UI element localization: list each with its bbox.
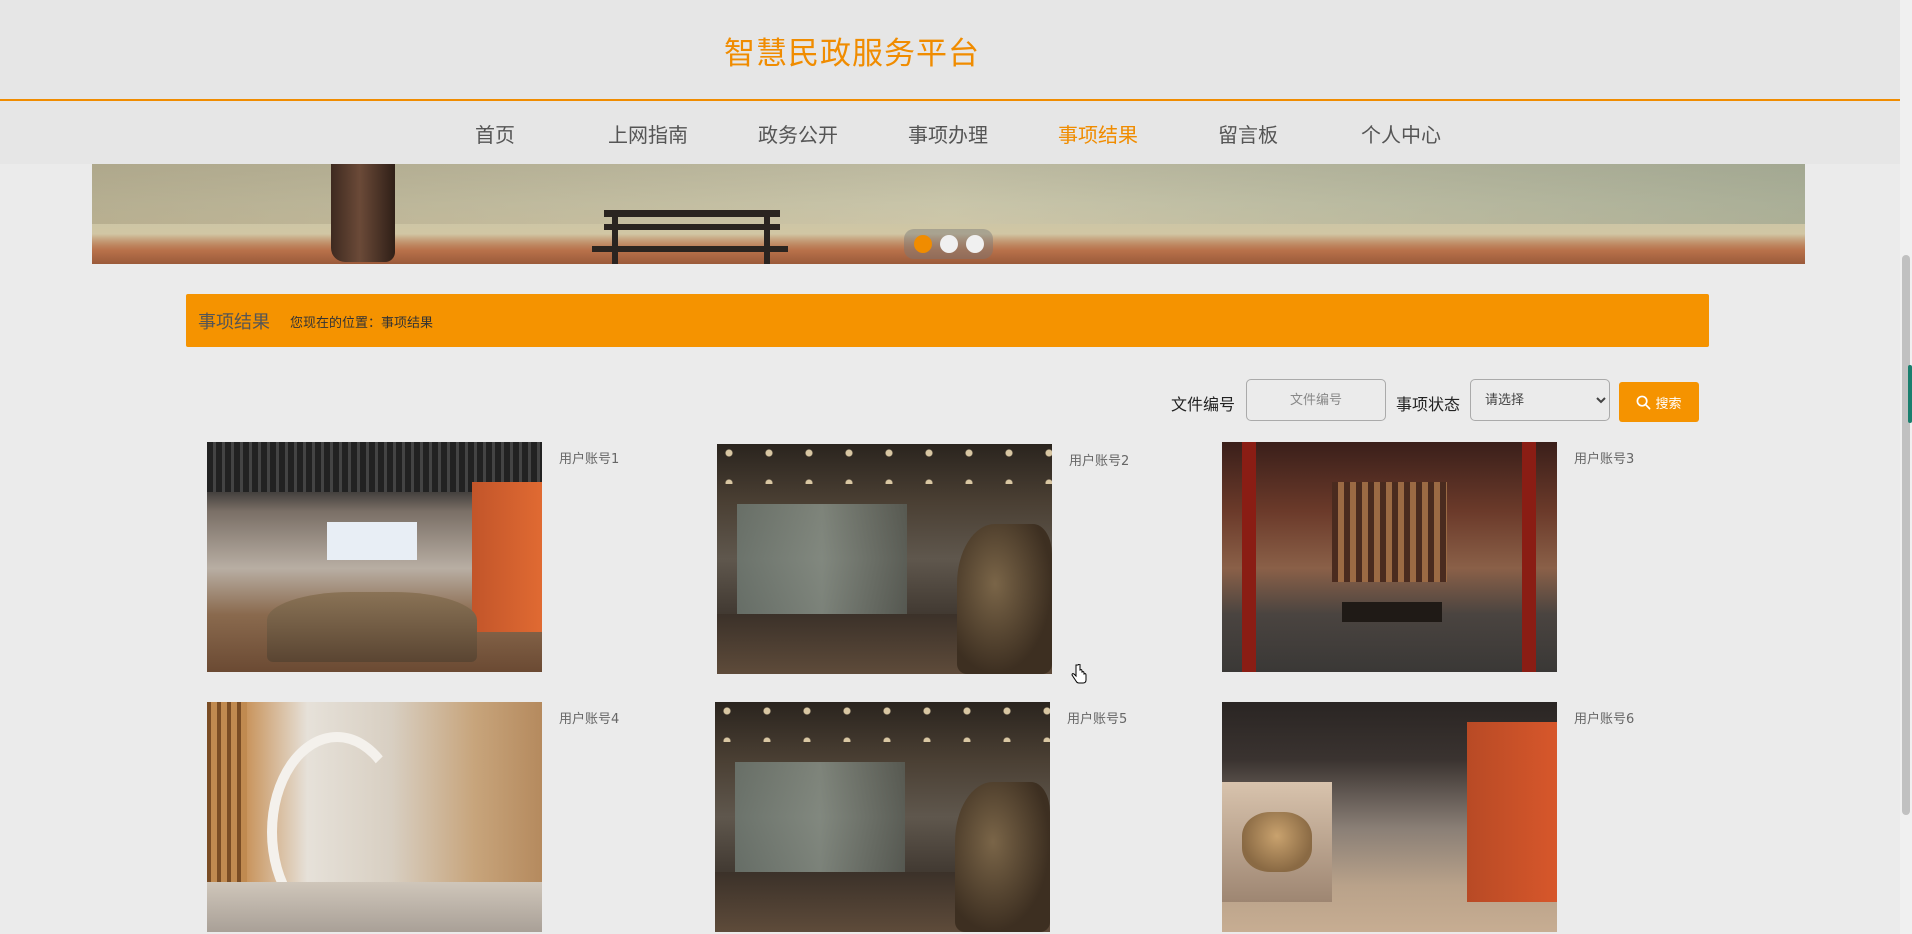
result-image[interactable] <box>207 702 542 932</box>
search-icon <box>1637 395 1651 409</box>
breadcrumb-location: 您现在的位置：事项结果 <box>290 316 434 331</box>
nav-item-handle-matters[interactable]: 事项办理 <box>908 119 988 148</box>
image-wall <box>472 482 542 632</box>
nav-item-guide[interactable]: 上网指南 <box>608 119 688 148</box>
image-pillar <box>1522 442 1536 672</box>
image-pot <box>957 524 1052 674</box>
result-account[interactable]: 用户账号4 <box>559 708 619 727</box>
section-title: 事项结果 <box>198 312 270 333</box>
banner-bench-leg <box>764 210 770 264</box>
search-button[interactable]: 搜索 <box>1619 382 1699 422</box>
hand-cursor-icon <box>1071 664 1087 684</box>
image-pillar <box>1242 442 1256 672</box>
file-number-label: 文件编号 <box>1171 395 1236 414</box>
matter-status-select[interactable]: 请选择 <box>1470 379 1610 421</box>
image-horse <box>1242 812 1312 872</box>
nav-item-home[interactable]: 首页 <box>475 119 515 148</box>
result-image[interactable] <box>1222 702 1557 932</box>
scrollbar-thumb[interactable] <box>1902 255 1910 815</box>
image-lights <box>717 444 1052 484</box>
image-wall <box>1467 722 1557 902</box>
image-table <box>1342 602 1442 622</box>
image-pot <box>955 782 1050 932</box>
banner-tree-trunk <box>331 164 395 262</box>
breadcrumb-bar: 事项结果 您现在的位置：事项结果 <box>186 294 1709 347</box>
result-account[interactable]: 用户账号3 <box>1574 448 1634 467</box>
banner-bench <box>604 210 780 217</box>
nav-item-message-board[interactable]: 留言板 <box>1218 119 1278 148</box>
nav-item-personal-center[interactable]: 个人中心 <box>1361 119 1441 148</box>
scrollbar-marker <box>1908 365 1912 423</box>
banner-bench-rail <box>604 224 780 230</box>
carousel-dot-3[interactable] <box>966 235 984 253</box>
result-account[interactable]: 用户账号1 <box>559 448 619 467</box>
banner-bench-leg <box>612 210 618 264</box>
carousel-dot-1[interactable] <box>914 235 932 253</box>
image-showcase <box>737 504 907 614</box>
result-image[interactable] <box>717 444 1052 674</box>
image-showcase <box>735 762 905 872</box>
banner-bench-seat <box>592 246 788 252</box>
image-lights <box>715 702 1050 742</box>
image-slats <box>1332 482 1447 582</box>
result-image[interactable] <box>1222 442 1557 672</box>
file-number-input[interactable] <box>1246 379 1386 421</box>
site-title: 智慧民政服务平台 <box>724 36 980 72</box>
top-header: 智慧民政服务平台 <box>0 0 1900 101</box>
carousel-dot-2[interactable] <box>940 235 958 253</box>
result-account[interactable]: 用户账号2 <box>1069 450 1129 469</box>
nav-item-public-affairs[interactable]: 政务公开 <box>758 119 838 148</box>
nav-item-matter-results[interactable]: 事项结果 <box>1058 119 1138 148</box>
image-model <box>267 592 477 662</box>
matter-status-label: 事项状态 <box>1396 395 1461 414</box>
result-account[interactable]: 用户账号5 <box>1067 708 1127 727</box>
image-screen <box>327 522 417 560</box>
result-image[interactable] <box>207 442 542 672</box>
image-floor <box>207 882 542 932</box>
main-nav: 首页 上网指南 政务公开 事项办理 事项结果 留言板 个人中心 <box>0 101 1900 164</box>
search-button-label: 搜索 <box>1655 396 1682 412</box>
result-image[interactable] <box>715 702 1050 932</box>
carousel-indicators <box>904 229 993 259</box>
result-account[interactable]: 用户账号6 <box>1574 708 1634 727</box>
